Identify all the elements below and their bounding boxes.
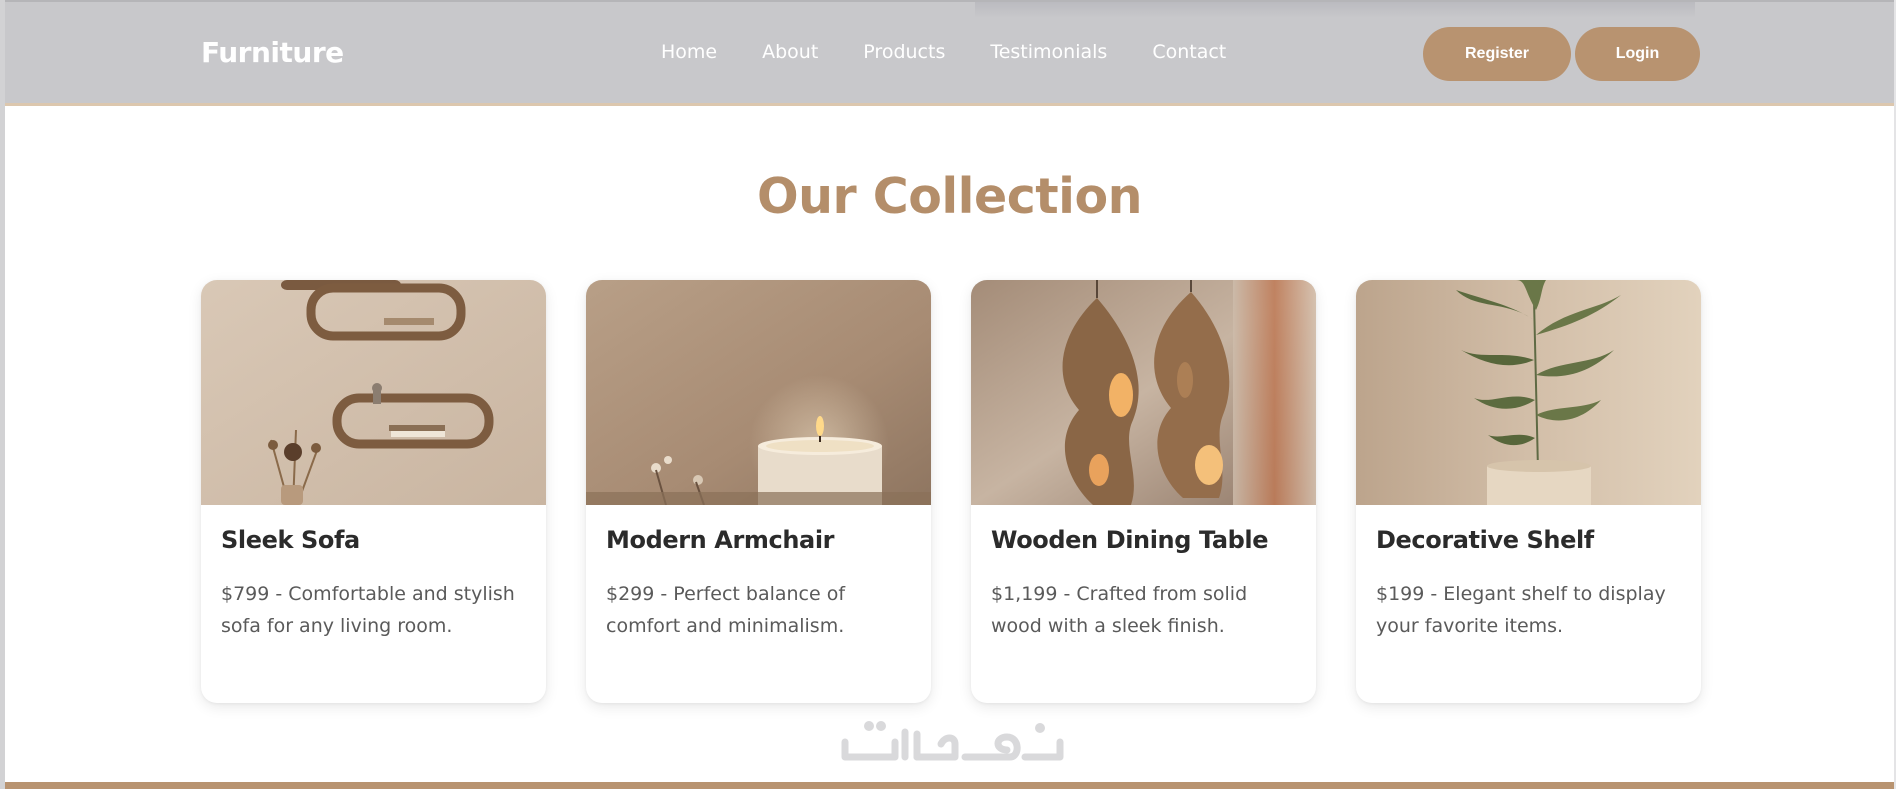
product-name: Sleek Sofa <box>221 526 360 554</box>
product-name: Wooden Dining Table <box>991 526 1269 554</box>
product-card-wooden-dining-table[interactable]: Wooden Dining Table $1,199 - Crafted fro… <box>971 280 1316 703</box>
login-button[interactable]: Login <box>1575 27 1700 81</box>
product-description: $799 - Comfortable and stylish sofa for … <box>221 583 515 637</box>
nav-link-products[interactable]: Products <box>863 41 945 63</box>
product-description: $199 - Elegant shelf to display your fav… <box>1376 583 1666 637</box>
register-button[interactable]: Register <box>1423 27 1571 81</box>
brand-logo[interactable]: Furniture <box>201 36 344 69</box>
pendant-lamps-image <box>971 280 1316 505</box>
nav-links: Home About Products Testimonials Contact <box>661 41 1271 63</box>
potted-plant-image <box>1356 280 1701 505</box>
product-name: Decorative Shelf <box>1376 526 1594 554</box>
candle-image <box>586 280 931 505</box>
footer-accent-bar <box>5 782 1894 789</box>
product-card-modern-armchair[interactable]: Modern Armchair $299 - Perfect balance o… <box>586 280 931 703</box>
product-description: $299 - Perfect balance of comfort and mi… <box>606 583 846 637</box>
wall-shelves-image <box>201 280 546 505</box>
product-description: $1,199 - Crafted from solid wood with a … <box>991 583 1248 637</box>
product-name: Modern Armchair <box>606 526 835 554</box>
nav-link-home[interactable]: Home <box>661 41 717 63</box>
product-card-decorative-shelf[interactable]: Decorative Shelf $199 - Elegant shelf to… <box>1356 280 1701 703</box>
product-card-sleek-sofa[interactable]: Sleek Sofa $799 - Comfortable and stylis… <box>201 280 546 703</box>
nav-link-testimonials[interactable]: Testimonials <box>990 41 1107 63</box>
navbar: Furniture Home About Products Testimonia… <box>5 0 1894 106</box>
nav-link-about[interactable]: About <box>762 41 818 63</box>
nav-link-contact[interactable]: Contact <box>1152 41 1226 63</box>
section-title: Our Collection <box>756 168 1143 225</box>
product-grid: Sleek Sofa $799 - Comfortable and stylis… <box>201 280 1701 703</box>
page: Furniture Home About Products Testimonia… <box>0 0 1896 789</box>
watermark-logo <box>835 712 1071 774</box>
